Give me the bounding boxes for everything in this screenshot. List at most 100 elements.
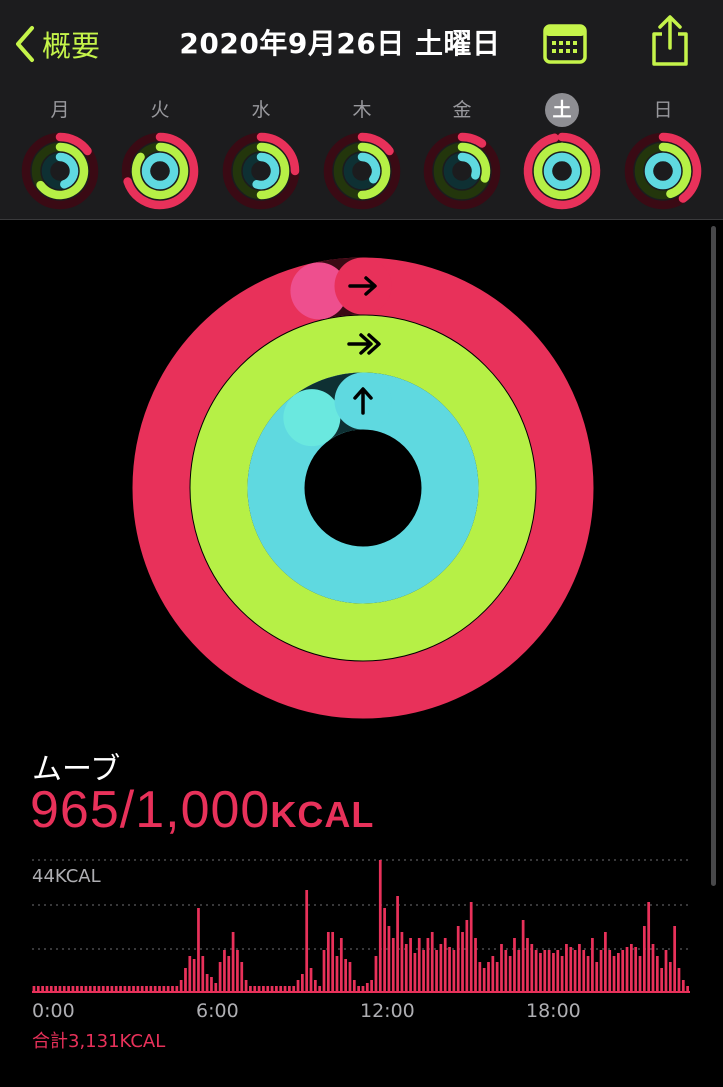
chart-bar: [214, 983, 218, 992]
chart-bar: [612, 956, 616, 992]
chart-bar: [396, 896, 399, 992]
chart-bar: [365, 983, 369, 992]
day-rings: [423, 132, 501, 210]
day-2[interactable]: 水: [219, 88, 303, 213]
chart-bar: [495, 962, 499, 992]
chart-bar: [647, 902, 651, 992]
chart-bar: [668, 962, 672, 992]
chart-bar: [409, 938, 412, 992]
chart-bar: [482, 968, 486, 992]
chart-bar: [205, 974, 209, 992]
chart-bar: [491, 956, 495, 992]
chart-bar: [400, 932, 404, 992]
chart-bar: [179, 980, 183, 992]
day-1[interactable]: 火: [118, 88, 202, 213]
back-label: 概要: [42, 29, 101, 63]
activity-rings: [132, 257, 594, 719]
chart-bar: [629, 944, 633, 992]
chart-bar: [617, 953, 620, 992]
chart-bar: [642, 926, 646, 992]
chart-bar: [469, 902, 473, 992]
day-6[interactable]: 日: [621, 88, 705, 213]
chart-bar: [608, 950, 612, 992]
chart-bar: [534, 950, 538, 992]
chart-bar: [430, 932, 434, 992]
chart-bar: [391, 938, 395, 992]
chart-bar: [660, 968, 664, 992]
scrollbar[interactable]: [711, 226, 716, 886]
day-label: 水: [251, 99, 271, 121]
calendar-icon[interactable]: [541, 20, 589, 68]
chart-bar: [417, 938, 421, 992]
chart-bar: [404, 944, 408, 992]
chart-bar: [634, 947, 638, 992]
chart-bar: [591, 938, 594, 992]
share-icon[interactable]: [646, 14, 694, 68]
chart-bar: [681, 980, 685, 992]
move-unit: KCAL: [270, 794, 375, 835]
chart-bar: [443, 938, 447, 992]
chart-bar: [586, 956, 590, 992]
chart-bar: [448, 947, 451, 992]
chart-bar: [188, 956, 192, 992]
chart-bar: [383, 908, 386, 992]
day-label: 日: [653, 99, 673, 121]
chart-bar: [478, 962, 482, 992]
chart-bar: [461, 932, 464, 992]
day-rings: [21, 132, 99, 210]
day-3[interactable]: 木: [320, 88, 404, 213]
chart-bar: [300, 974, 304, 992]
chart-bar: [664, 950, 668, 992]
back-button[interactable]: 概要: [14, 22, 100, 66]
chart-bar: [192, 959, 196, 992]
chart-bar: [378, 860, 382, 992]
day-label: 月: [50, 99, 70, 121]
day-5[interactable]: 土: [520, 88, 604, 213]
chart-bar: [331, 932, 335, 992]
chart-bar: [569, 947, 573, 992]
chart-bar: [487, 962, 490, 992]
chart-bar: [677, 968, 681, 992]
x-tick-12: 12:00: [360, 1000, 415, 1022]
chart-bar: [604, 932, 607, 992]
chevron-left-icon: [16, 26, 34, 62]
move-number: 965/1,000: [30, 781, 271, 839]
day-4[interactable]: 金: [420, 88, 504, 213]
chart-bar: [474, 938, 477, 992]
day-label: 火: [150, 99, 170, 121]
chart-bar: [296, 980, 300, 992]
chart-bar: [374, 956, 378, 992]
chart-bar: [526, 938, 529, 992]
day-label: 木: [352, 99, 372, 121]
chart-bar: [504, 950, 508, 992]
x-tick-6: 6:00: [196, 1000, 239, 1022]
chart-bar: [413, 953, 417, 992]
chart-bar: [578, 944, 581, 992]
chart-bar: [348, 962, 352, 992]
chart-bar: [560, 956, 564, 992]
day-rings: [121, 132, 199, 210]
chart-bar: [456, 926, 460, 992]
chart-bar: [452, 950, 456, 992]
day-rings: [624, 132, 702, 210]
stand-ring-big-end-cap: [283, 389, 341, 447]
day-0[interactable]: 月: [18, 88, 102, 213]
chart-bar: [227, 956, 231, 992]
chart-bar: [465, 920, 469, 992]
chart-bar: [599, 950, 603, 992]
chart-bar: [201, 956, 205, 992]
chart-bar: [210, 977, 213, 992]
chart-bar: [305, 890, 309, 992]
day-label: 金: [452, 99, 472, 121]
chart-bar: [352, 980, 356, 992]
chart-bar: [313, 980, 317, 992]
chart-bar: [236, 950, 239, 992]
chart-bar: [218, 962, 222, 992]
header-divider: [0, 219, 723, 220]
chart-ymax-label: 44KCAL: [32, 866, 101, 887]
chart-bar: [339, 938, 343, 992]
x-tick-18: 18:00: [526, 1000, 581, 1022]
chart-total-label: 合計3,131KCAL: [32, 1031, 166, 1052]
chart-bar: [513, 938, 516, 992]
chart-bar: [422, 950, 425, 992]
